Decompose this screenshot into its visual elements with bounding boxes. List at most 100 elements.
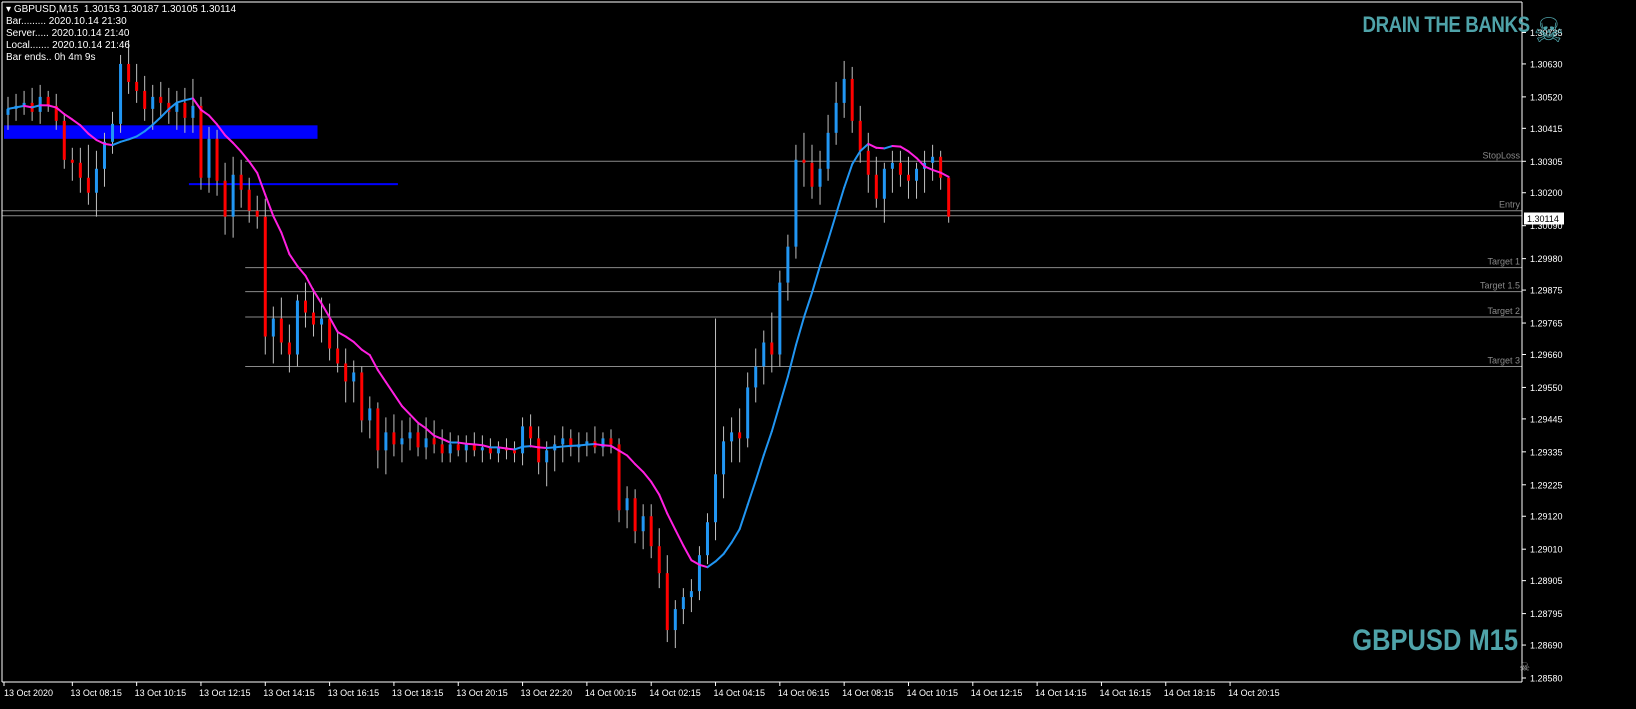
dropdown-triangle-icon[interactable]: ▾ xyxy=(6,4,14,15)
candle-body xyxy=(135,82,138,91)
candle-body xyxy=(851,79,854,121)
candle-body xyxy=(344,363,347,381)
ma-segment xyxy=(563,446,571,447)
candle-body xyxy=(312,313,315,325)
info-row-bar: Bar......... 2020.10.14 21:30 xyxy=(6,16,236,28)
candle-body xyxy=(111,124,114,142)
candle-body xyxy=(288,343,291,355)
candle-body xyxy=(545,450,548,462)
candle-body xyxy=(947,178,950,217)
candle-body xyxy=(706,522,709,555)
candle-body xyxy=(368,408,371,420)
ma-segment xyxy=(603,445,611,446)
candle-body xyxy=(216,139,219,181)
candle-body xyxy=(183,103,186,118)
ma-segment xyxy=(506,449,514,450)
candle-body xyxy=(714,474,717,522)
x-tick-label: 13 Oct 12:15 xyxy=(199,688,251,698)
candle-body xyxy=(931,157,934,163)
y-tick-label: 1.30630 xyxy=(1530,59,1563,69)
candle-body xyxy=(457,444,460,450)
x-tick-label: 13 Oct 14:15 xyxy=(263,688,315,698)
candle-body xyxy=(529,426,532,438)
supply-zone xyxy=(189,183,398,185)
ma-segment xyxy=(555,446,563,447)
candle-body xyxy=(87,178,90,193)
level-label: Target 3 xyxy=(1487,355,1520,365)
candle-body xyxy=(939,157,942,178)
y-tick-label: 1.29765 xyxy=(1530,319,1563,329)
candle-body xyxy=(561,438,564,444)
candle-body xyxy=(835,103,838,133)
candle-body xyxy=(352,372,355,381)
candle-body xyxy=(513,450,516,453)
y-tick-label: 1.29445 xyxy=(1530,414,1563,424)
info-row-bar-ends: Bar ends.. 0h 4m 9s xyxy=(6,52,236,64)
x-tick-label: 13 Oct 2020 xyxy=(4,688,53,698)
candle-body xyxy=(159,97,162,103)
candle-body xyxy=(328,319,331,349)
candle-body xyxy=(392,432,395,444)
candle-body xyxy=(360,372,363,420)
candle-body xyxy=(915,169,918,181)
candle-body xyxy=(610,438,613,444)
x-tick-label: 13 Oct 08:15 xyxy=(70,688,122,698)
ma-segment xyxy=(531,446,539,447)
ma-segment xyxy=(876,148,884,149)
y-tick-label: 1.29335 xyxy=(1530,447,1563,457)
candle-body xyxy=(875,175,878,199)
candle-body xyxy=(642,516,645,531)
candle-body xyxy=(95,169,98,193)
candle-body xyxy=(746,387,749,438)
candle-body xyxy=(650,516,653,546)
level-label: Target 2 xyxy=(1487,306,1520,316)
supply-zone xyxy=(4,125,318,138)
mini-skull-icon: ☠ xyxy=(1519,660,1530,674)
x-tick-label: 14 Oct 16:15 xyxy=(1099,688,1151,698)
y-tick-label: 1.30305 xyxy=(1530,157,1563,167)
candle-body xyxy=(248,190,251,211)
y-tick-label: 1.30415 xyxy=(1530,124,1563,134)
candle xyxy=(264,199,267,355)
candle xyxy=(778,271,781,367)
price-chart[interactable]: StopLossEntryTarget 1Target 1.5Target 2T… xyxy=(0,0,1636,704)
x-tick-label: 13 Oct 10:15 xyxy=(135,688,187,698)
x-tick-label: 13 Oct 18:15 xyxy=(392,688,444,698)
candle-body xyxy=(907,175,910,181)
candle-body xyxy=(770,343,773,355)
symbol-line[interactable]: ▾ GBPUSD,M15 1.30153 1.30187 1.30105 1.3… xyxy=(6,4,236,16)
candle-body xyxy=(827,133,830,169)
candle-body xyxy=(240,175,243,190)
level-label: Entry xyxy=(1499,200,1521,210)
chart-canvas[interactable]: StopLossEntryTarget 1Target 1.5Target 2T… xyxy=(0,0,1636,704)
candle-body xyxy=(304,301,307,313)
ma-segment xyxy=(587,444,595,445)
candle-body xyxy=(127,64,130,82)
candle-body xyxy=(409,432,412,438)
candle-body xyxy=(296,301,299,355)
info-row-server: Server..... 2020.10.14 21:40 xyxy=(6,28,236,40)
candle-body xyxy=(232,175,235,217)
candle-body xyxy=(280,319,283,343)
candle-body xyxy=(762,343,765,367)
ma-segment xyxy=(474,444,482,445)
x-tick-label: 13 Oct 22:20 xyxy=(521,688,573,698)
candle-body xyxy=(481,447,484,450)
candle-body xyxy=(786,247,789,283)
candle-body xyxy=(199,106,202,178)
ma-segment xyxy=(104,144,112,145)
candle-body xyxy=(336,348,339,363)
ma-segment xyxy=(539,447,547,448)
candle-body xyxy=(811,163,814,187)
candle-body xyxy=(537,438,540,462)
candle-body xyxy=(465,444,468,450)
candle-body xyxy=(899,163,902,175)
candle-body xyxy=(400,438,403,444)
y-tick-label: 1.29875 xyxy=(1530,286,1563,296)
x-tick-label: 14 Oct 04:15 xyxy=(714,688,766,698)
candle-body xyxy=(103,142,106,169)
y-tick-label: 1.30520 xyxy=(1530,92,1563,102)
candle-body xyxy=(521,426,524,453)
level-label: Target 1.5 xyxy=(1480,281,1520,291)
x-tick-label: 13 Oct 16:15 xyxy=(328,688,380,698)
